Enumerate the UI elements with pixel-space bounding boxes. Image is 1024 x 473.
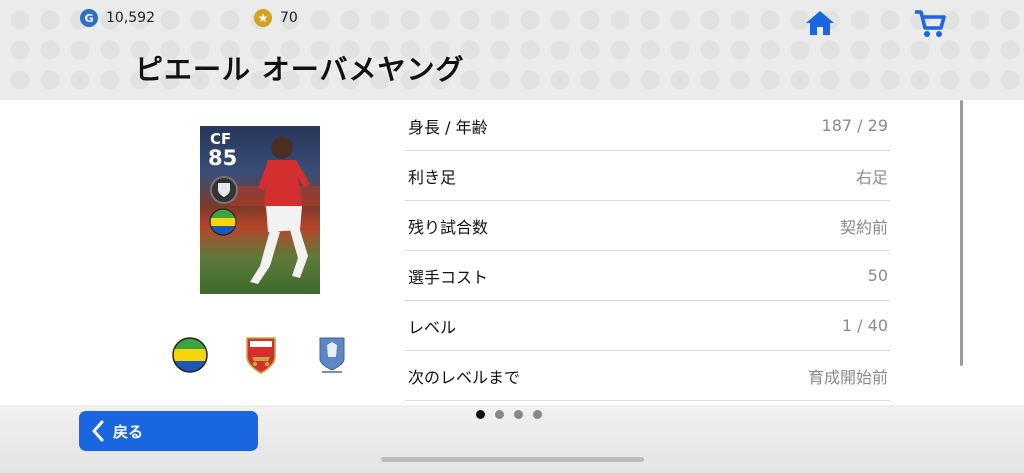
page-dot[interactable]: [495, 410, 504, 419]
page-dot[interactable]: [533, 410, 542, 419]
stat-row-player-cost: 選手コスト 50: [405, 251, 890, 301]
stat-row-remaining-matches: 残り試合数 契約前: [405, 201, 890, 251]
player-card[interactable]: CF 85: [200, 126, 320, 294]
nationality-flag-icon[interactable]: [170, 335, 210, 375]
player-stats-list: 身長 / 年齢 187 / 29 利き足 右足 残り試合数 契約前 選手コスト …: [405, 101, 890, 401]
star-coin-icon: ★: [254, 9, 272, 27]
chevron-left-icon: [92, 420, 104, 442]
page-indicator[interactable]: [476, 410, 542, 419]
stat-label: 利き足: [408, 167, 457, 187]
page-dot[interactable]: [514, 410, 523, 419]
stat-value: 契約前: [839, 217, 888, 237]
stat-row-level: レベル 1 / 40: [405, 301, 890, 351]
back-button[interactable]: 戻る: [79, 411, 258, 451]
stat-value: 育成開始前: [807, 367, 888, 387]
card-flag-icon: [209, 208, 237, 236]
home-indicator[interactable]: [381, 457, 644, 462]
coin-amount: 70: [280, 10, 298, 26]
gp-balance: G 10,592: [80, 9, 155, 27]
gp-coin-icon: G: [80, 9, 98, 27]
scrollbar[interactable]: [960, 100, 963, 366]
stat-value: 右足: [855, 167, 888, 187]
stat-value: 187 / 29: [821, 116, 888, 135]
coin-balance: ★ 70: [254, 9, 298, 27]
player-name: ピエール オーバメヤング: [135, 53, 465, 86]
stat-label: 選手コスト: [408, 267, 489, 287]
stat-label: 次のレベルまで: [408, 367, 521, 387]
home-icon[interactable]: [805, 9, 835, 37]
stat-label: 身長 / 年齢: [408, 117, 488, 137]
stat-row-preferred-foot: 利き足 右足: [405, 151, 890, 201]
club-crest-icon[interactable]: [241, 335, 281, 375]
player-figure-icon: [230, 137, 320, 284]
back-button-label: 戻る: [113, 422, 144, 441]
page-dot[interactable]: [476, 410, 485, 419]
league-emblem-icon[interactable]: [312, 335, 352, 375]
card-rating: 85: [208, 146, 238, 170]
club-badge-icon: [210, 176, 238, 204]
gp-amount: 10,592: [106, 10, 155, 26]
stat-row-next-level: 次のレベルまで 育成開始前: [405, 351, 890, 401]
stat-label: 残り試合数: [408, 217, 489, 237]
stat-row-height-age: 身長 / 年齢 187 / 29: [405, 101, 890, 151]
stat-value: 50: [867, 266, 888, 285]
shopping-cart-icon[interactable]: [913, 9, 947, 39]
stat-label: レベル: [408, 317, 457, 337]
stat-value: 1 / 40: [841, 316, 888, 335]
